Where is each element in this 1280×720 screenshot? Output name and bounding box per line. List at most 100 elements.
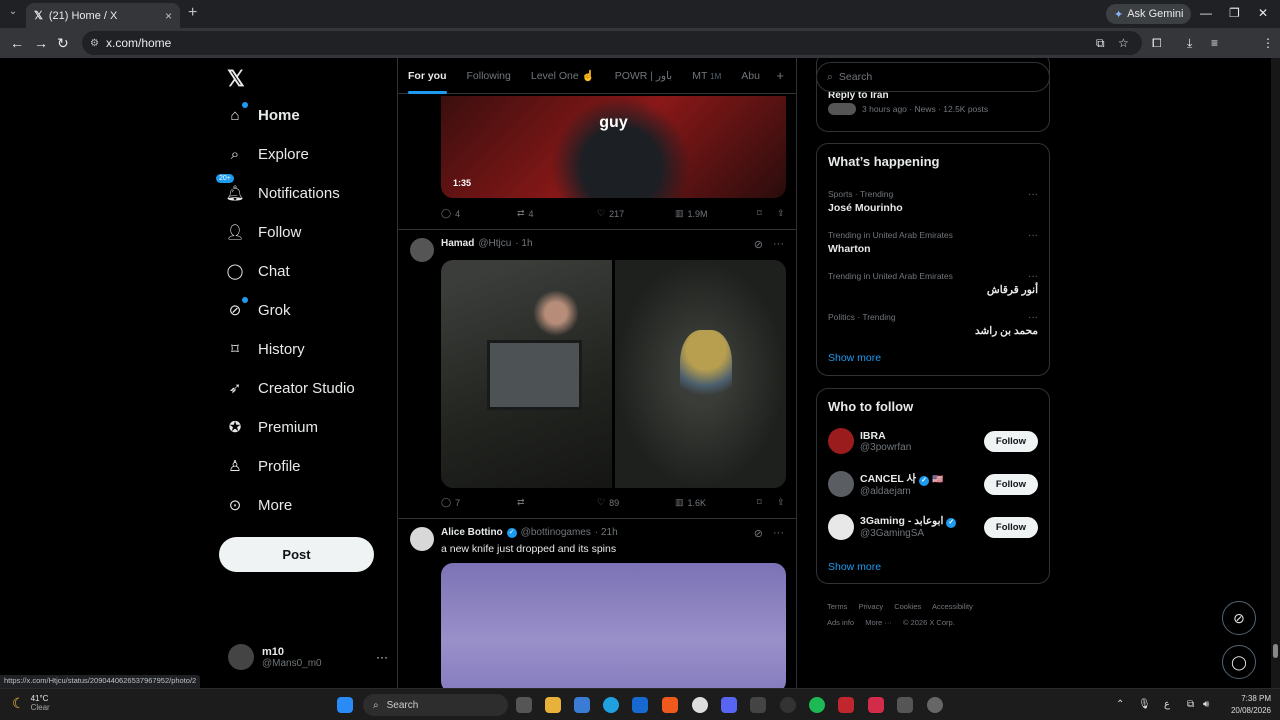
photo-2[interactable] [615, 260, 786, 488]
more-dots-icon[interactable]: ··· [773, 238, 784, 251]
reload-icon[interactable]: ↻ [57, 35, 69, 52]
network-icon[interactable]: ⧉ [1187, 699, 1194, 710]
trend-item[interactable]: Trending in United Arab Emirates أنور قر… [828, 271, 1038, 296]
footer-link[interactable]: Ads info [827, 618, 854, 627]
tweet-time[interactable]: · 21h [595, 527, 618, 538]
nav-grok[interactable]: ⊘ Grok [226, 297, 291, 319]
suggestion-name[interactable]: CANCEL 사 ✓ 🇺🇸︎ [860, 471, 943, 486]
extensions-icon[interactable]: ⧠ [1152, 36, 1162, 51]
footer-link[interactable]: Accessibility [932, 602, 973, 611]
follow-button[interactable]: Follow [983, 430, 1038, 452]
suggestion-name[interactable]: IBRA [860, 430, 911, 442]
nav-premium[interactable]: ✪ Premium [226, 418, 318, 437]
forward-icon[interactable]: → [34, 35, 48, 51]
tab-close-icon[interactable]: × [165, 9, 172, 23]
grok-explain-icon[interactable]: ⊘ [754, 238, 763, 251]
views-button[interactable]: ▥ 1.6K [675, 497, 757, 508]
task-view-icon[interactable] [516, 697, 532, 713]
nav-notifications[interactable]: 🔔︎ 20+ Notifications [216, 174, 340, 202]
downloads-icon[interactable]: ⤓ [1187, 36, 1192, 51]
app-icon[interactable] [838, 697, 854, 713]
nav-profile[interactable]: ♙ Profile [226, 457, 300, 476]
tweet-media[interactable] [441, 563, 786, 688]
discord-icon[interactable] [721, 697, 737, 713]
suggestion-handle[interactable]: @3GamingSA [860, 528, 956, 539]
account-switcher[interactable]: m10 @Mans0_m0 ··· [228, 644, 388, 670]
more-dots-icon[interactable]: ··· [376, 650, 388, 664]
tweet-time[interactable]: · 1h [515, 238, 532, 249]
more-dots-icon[interactable]: ··· [1028, 230, 1038, 241]
show-more-link[interactable]: Show more [828, 352, 881, 364]
avatar[interactable] [410, 238, 434, 262]
author-handle[interactable]: @Htjcu [478, 238, 511, 249]
app-icon[interactable] [868, 697, 884, 713]
share-icon[interactable]: ⇪ [777, 208, 785, 219]
show-more-link[interactable]: Show more [828, 561, 881, 573]
trend-item[interactable]: Trending in United Arab Emirates Wharton… [828, 230, 1038, 255]
chrome-icon[interactable] [692, 697, 708, 713]
footer-link[interactable]: Privacy [859, 602, 884, 611]
video-media[interactable]: guy 1:35 [441, 96, 786, 198]
repost-button[interactable]: ⇄ 4 [517, 208, 597, 219]
reply-button[interactable]: ◯ 4 [441, 208, 517, 219]
tab-level-one[interactable]: Level One ☝ [531, 69, 595, 82]
spotify-icon[interactable] [809, 697, 825, 713]
author-handle[interactable]: @bottinogames [521, 527, 591, 538]
follow-button[interactable]: Follow [983, 473, 1038, 495]
avatar[interactable] [828, 471, 854, 497]
footer-link[interactable]: Terms [827, 602, 847, 611]
window-close-icon[interactable]: ✕ [1258, 6, 1268, 20]
footer-link[interactable]: More ··· [865, 618, 892, 627]
nav-home[interactable]: ⌂ Home [226, 102, 300, 124]
more-dots-icon[interactable]: ··· [1028, 189, 1038, 200]
author-name[interactable]: Alice Bottino [441, 527, 503, 538]
more-dots-icon[interactable]: ··· [773, 527, 784, 540]
nav-more[interactable]: ⊙ More [226, 496, 292, 515]
volume-icon[interactable]: 🔊︎ [1203, 699, 1209, 710]
bookmark-button[interactable]: ⌑ [757, 497, 777, 508]
tab-abu[interactable]: Abu [741, 70, 760, 82]
follow-button[interactable]: Follow [983, 516, 1038, 538]
grok-fab[interactable]: ⊘ [1222, 601, 1256, 635]
language-indicator[interactable]: ع [1164, 699, 1170, 710]
taskbar-search[interactable]: ⌕ Search [363, 694, 508, 716]
bookmark-button[interactable]: ⌑ [757, 208, 777, 219]
like-button[interactable]: ♡ 89 [597, 497, 675, 508]
tab-following[interactable]: Following [467, 70, 511, 82]
weather-widget[interactable]: ☾ 41°C Clear [12, 694, 50, 712]
nav-creator-studio[interactable]: ➶ Creator Studio [226, 379, 355, 398]
back-icon[interactable]: ← [10, 35, 24, 51]
tab-search-icon[interactable]: ⌄ [6, 6, 20, 20]
new-tab-icon[interactable]: + [188, 4, 197, 22]
ask-gemini-button[interactable]: ✦ Ask Gemini [1106, 4, 1192, 24]
share-icon[interactable]: ⇪ [777, 497, 785, 508]
avatar[interactable] [828, 514, 854, 540]
more-dots-icon[interactable]: ··· [1028, 312, 1038, 323]
browser-menu-icon[interactable]: ⋮ [1262, 36, 1274, 50]
scrollbar-thumb[interactable] [1273, 644, 1278, 658]
app-icon[interactable] [897, 697, 913, 713]
trend-item[interactable]: Sports · Trending José Mourinho ··· [828, 189, 1038, 214]
tab-mt[interactable]: MT 1M [692, 70, 721, 82]
author-name[interactable]: Hamad [441, 238, 474, 249]
calculator-icon[interactable] [632, 697, 648, 713]
nav-explore[interactable]: ⌕ Explore [226, 145, 309, 163]
clock[interactable]: 7:38 PM 20/08/2026 [1225, 693, 1271, 717]
bookmark-star-icon[interactable]: ☆ [1118, 36, 1129, 50]
search-input[interactable]: ⌕ Search [816, 62, 1050, 92]
app-icon[interactable] [750, 697, 766, 713]
tray-chevron-icon[interactable]: ⌃ [1116, 699, 1124, 710]
grok-explain-icon[interactable]: ⊘ [754, 527, 763, 540]
post-button[interactable]: Post [219, 537, 374, 572]
views-button[interactable]: ▥ 1.9M [675, 208, 757, 219]
avatar[interactable] [410, 527, 434, 551]
start-icon[interactable] [337, 697, 353, 713]
repost-button[interactable]: ⇄ [517, 497, 597, 508]
trend-item[interactable]: Politics · Trending محمد بن راشد ··· [828, 312, 1038, 337]
site-info-icon[interactable]: ⚙ [90, 38, 99, 49]
microphone-icon[interactable]: 🎙︎ [1138, 699, 1151, 710]
nav-history[interactable]: ⌑ History [226, 340, 305, 359]
browser-tab[interactable]: 𝕏 (21) Home / X × [26, 3, 180, 28]
address-bar[interactable]: ⚙ x.com/home [82, 31, 1142, 55]
steam-icon[interactable] [780, 697, 796, 713]
